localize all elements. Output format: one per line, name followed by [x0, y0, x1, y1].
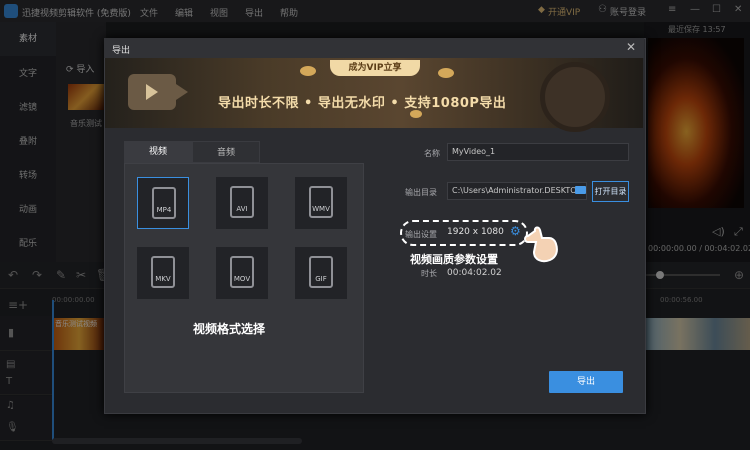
video-camera-icon — [128, 74, 188, 110]
dialog-header — [104, 38, 644, 58]
tab-video[interactable]: 视频 — [124, 141, 192, 163]
format-mkv[interactable]: MKV — [137, 247, 189, 299]
format-label: MKV — [155, 275, 171, 283]
video-file-icon — [151, 256, 175, 288]
video-file-icon — [152, 187, 176, 219]
name-input[interactable]: MyVideo_1 — [447, 143, 629, 161]
open-dir-button[interactable]: 打开目录 — [592, 181, 629, 202]
format-label: WMV — [312, 205, 330, 213]
folder-icon[interactable] — [575, 186, 586, 194]
pointing-hand-icon — [524, 226, 558, 263]
name-label: 名称 — [424, 149, 440, 158]
output-settings-label: 输出设置 — [405, 230, 437, 239]
export-button[interactable]: 导出 — [549, 371, 623, 393]
format-avi[interactable]: AVI — [216, 177, 268, 229]
format-caption: 视频格式选择 — [193, 322, 266, 336]
dialog-title: 导出 — [112, 46, 131, 56]
coin-icon — [410, 110, 422, 118]
video-file-icon — [309, 186, 333, 218]
coin-icon — [300, 66, 316, 76]
format-label: MP4 — [156, 206, 172, 214]
quality-caption: 视频画质参数设置 — [410, 253, 498, 266]
output-dir-input[interactable]: C:\Users\Administrator.DESKTOP- — [447, 182, 587, 200]
banner-badge: 成为VIP立享 — [330, 60, 420, 76]
banner-text: 导出时长不限 • 导出无水印 • 支持1080P导出 — [218, 96, 507, 111]
format-gif[interactable]: GIF — [295, 247, 347, 299]
format-label: AVI — [236, 205, 248, 213]
video-file-icon — [230, 256, 254, 288]
format-mov[interactable]: MOV — [216, 247, 268, 299]
coin-icon — [438, 68, 454, 78]
video-file-icon — [309, 256, 333, 288]
tab-audio[interactable]: 音频 — [192, 141, 260, 163]
dialog-close-icon[interactable]: ✕ — [626, 40, 636, 54]
format-label: MOV — [233, 275, 251, 283]
resolution-value: 1920 x 1080 — [447, 227, 504, 237]
output-dir-label: 输出目录 — [405, 188, 437, 197]
duration-label: 时长 — [421, 269, 437, 278]
video-file-icon — [230, 186, 254, 218]
format-label: GIF — [315, 275, 327, 283]
format-mp4[interactable]: MP4 — [137, 177, 189, 229]
film-reel-icon — [540, 62, 610, 132]
duration-value: 00:04:02.02 — [447, 268, 502, 278]
format-wmv[interactable]: WMV — [295, 177, 347, 229]
